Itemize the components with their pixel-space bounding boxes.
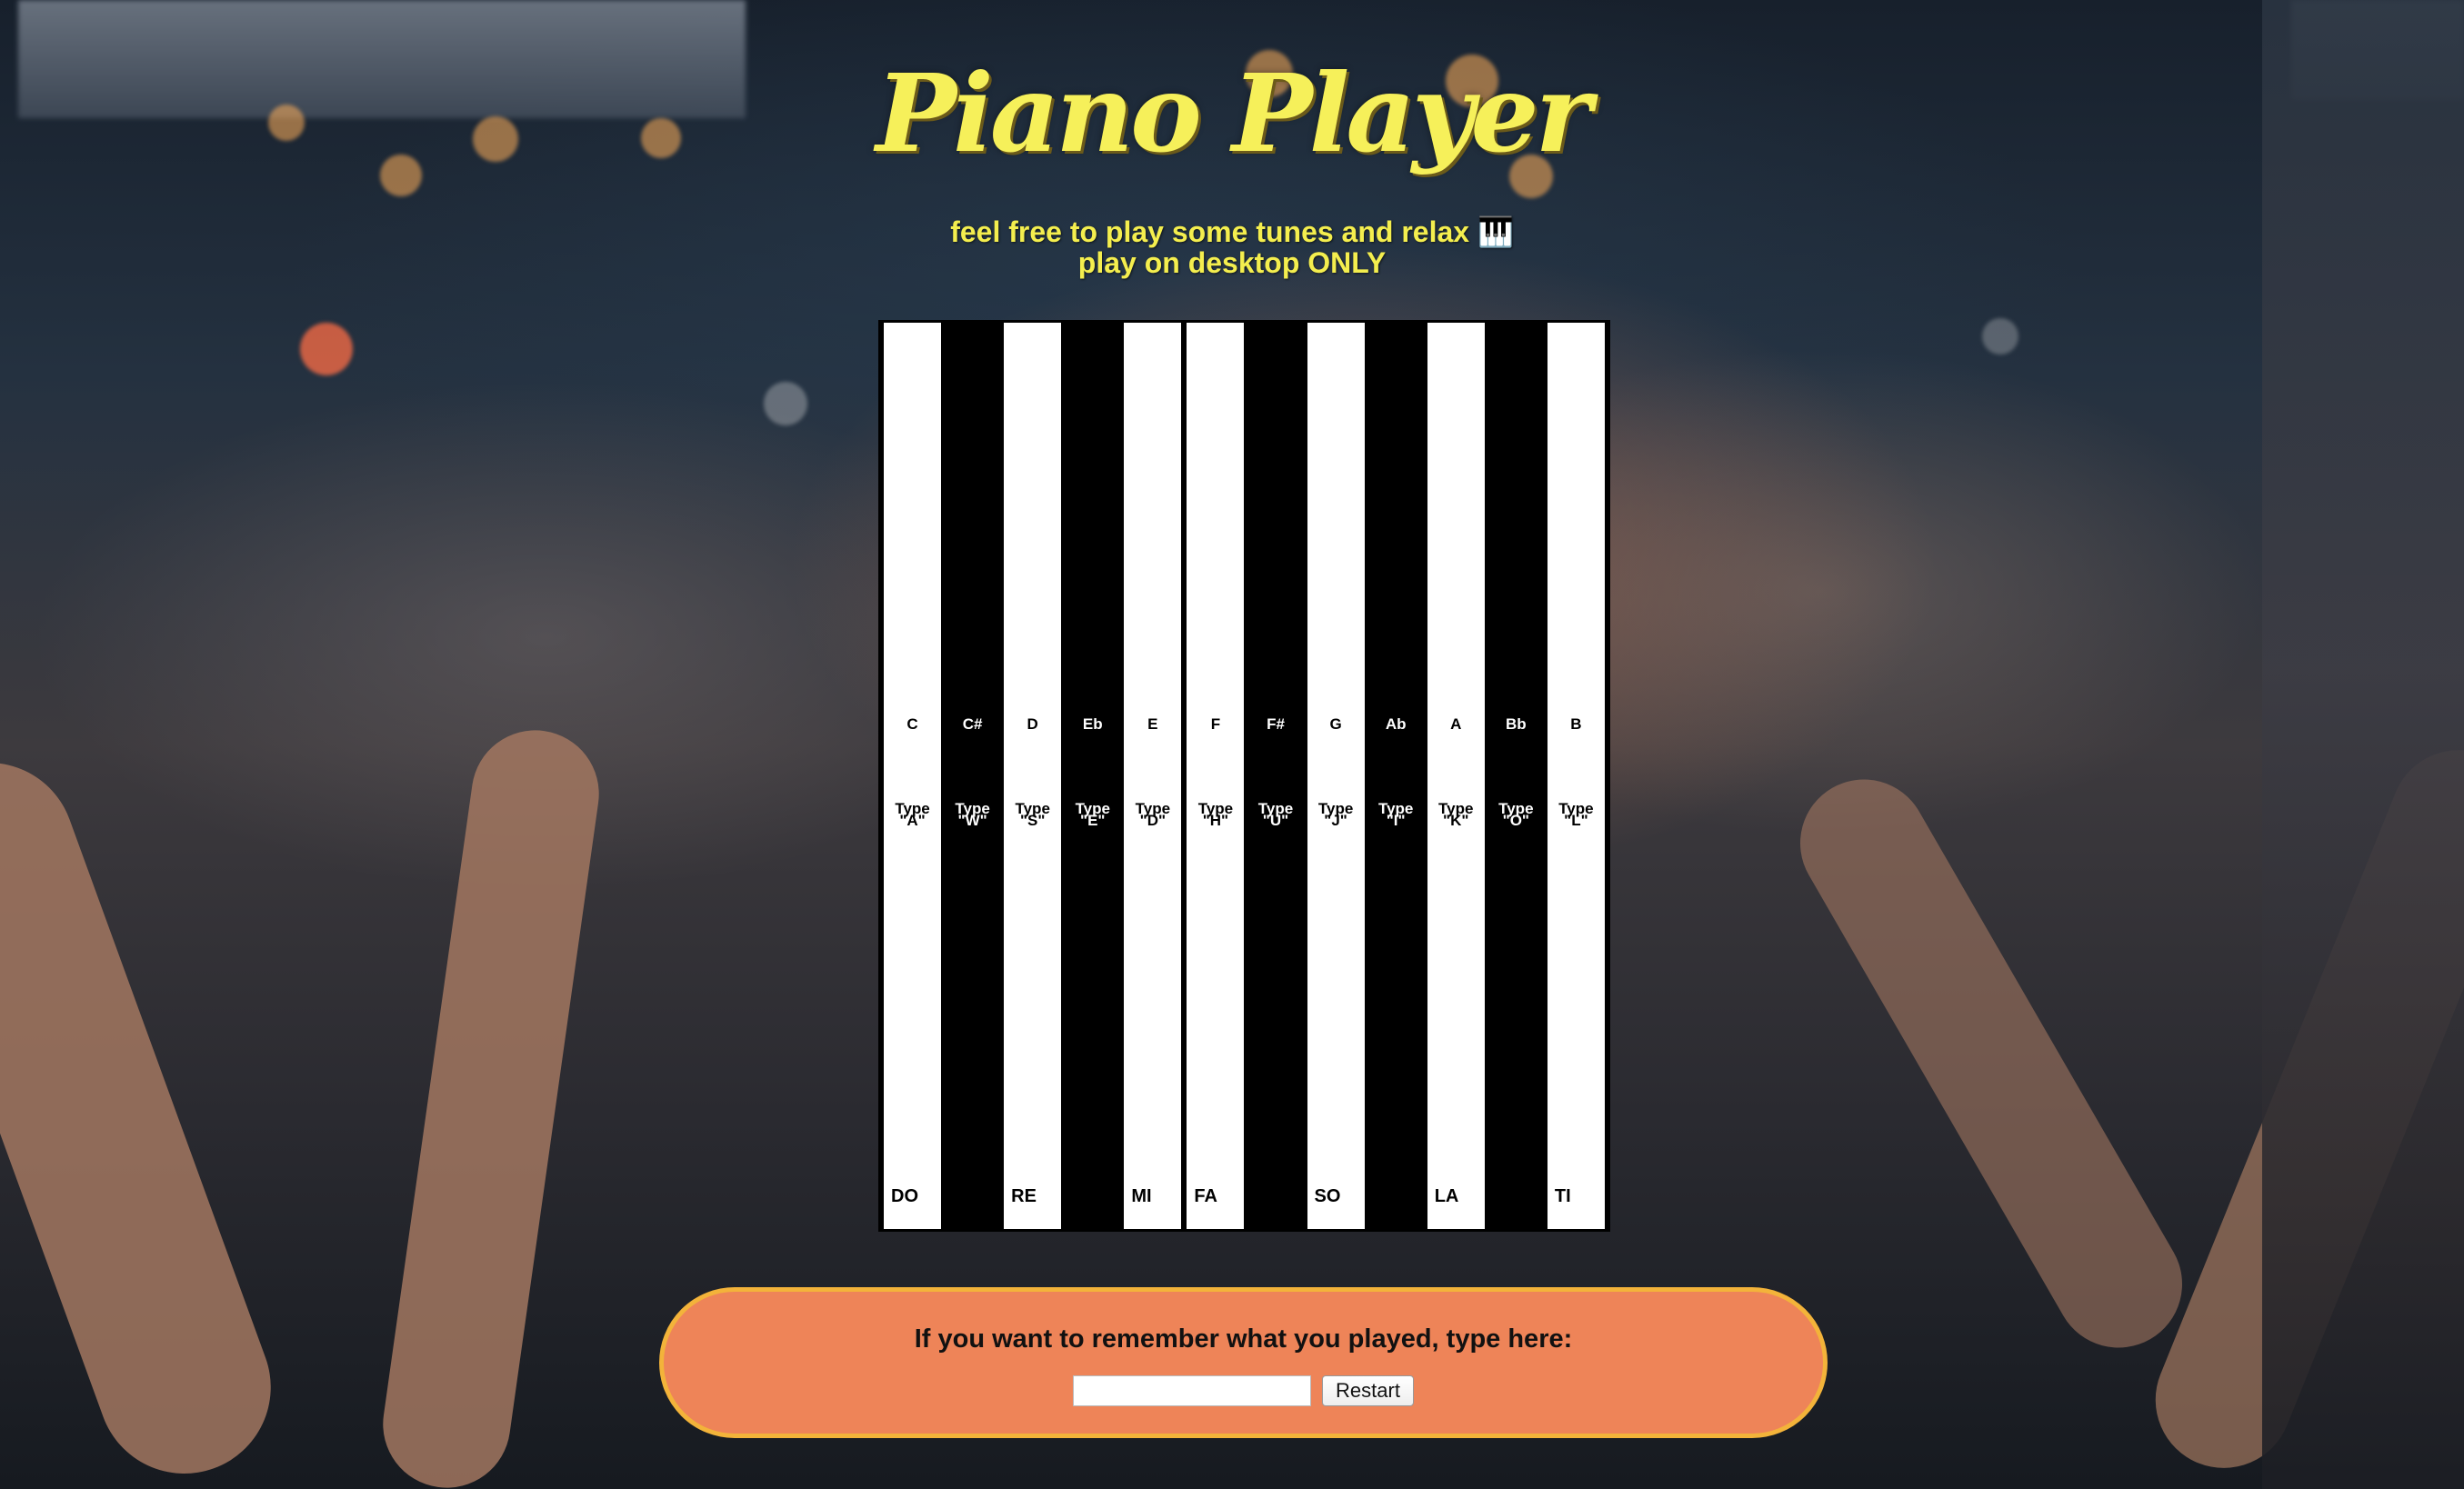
subtitle: feel free to play some tunes and relax 🎹… (0, 216, 2464, 278)
key-note: G (1329, 715, 1342, 733)
key-note: Eb (1082, 715, 1103, 733)
piano-key-g[interactable]: G Type "J" SO (1304, 323, 1367, 1229)
memo-label: If you want to remember what you played,… (914, 1324, 1573, 1354)
subtitle-line-2: play on desktop ONLY (1077, 246, 1387, 279)
restart-button[interactable]: Restart (1322, 1375, 1414, 1406)
key-hint: Type "I" (1377, 800, 1414, 829)
piano-key-b-flat[interactable]: Bb Type "O" (1487, 323, 1545, 1229)
key-note: E (1147, 715, 1158, 733)
key-solfege: LA (1434, 1186, 1459, 1206)
key-note: A (1450, 715, 1462, 733)
piano-key-e-flat[interactable]: Eb Type "E" (1064, 323, 1122, 1229)
piano-key-a[interactable]: A Type "K" LA (1424, 323, 1487, 1229)
piano-key-a-flat[interactable]: Ab Type "I" (1367, 323, 1425, 1229)
memo-input[interactable] (1073, 1375, 1312, 1406)
key-note: B (1570, 715, 1582, 733)
key-hint: Type "S" (1015, 800, 1050, 829)
stage-light (1982, 318, 2018, 355)
key-solfege: SO (1314, 1186, 1341, 1206)
key-note: Bb (1505, 715, 1527, 733)
piano-key-d[interactable]: D Type "S" RE (1001, 323, 1065, 1229)
stage-light (764, 382, 807, 425)
key-hint: Type "W" (955, 800, 990, 829)
key-hint: Type "L" (1558, 800, 1594, 829)
piano-key-c[interactable]: C Type "A" DO (881, 323, 945, 1229)
key-note: D (1027, 715, 1038, 733)
key-hint: Type "D" (1135, 800, 1171, 829)
memo-panel: If you want to remember what you played,… (659, 1287, 1828, 1438)
key-hint: Type "K" (1438, 800, 1474, 829)
key-hint: Type "E" (1075, 800, 1110, 829)
key-note: F# (1267, 715, 1285, 733)
piano-key-b[interactable]: B Type "L" TI (1544, 323, 1608, 1229)
piano-key-e[interactable]: E Type "D" MI (1121, 323, 1185, 1229)
key-solfege: RE (1011, 1186, 1037, 1206)
key-solfege: MI (1131, 1186, 1152, 1206)
key-hint: Type "O" (1498, 800, 1534, 829)
key-hint: Type "A" (895, 800, 930, 829)
key-solfege: DO (891, 1186, 918, 1206)
key-note: Ab (1385, 715, 1407, 733)
stage-light (300, 323, 353, 375)
key-hint: Type "J" (1317, 800, 1354, 829)
page-title: Piano Player (876, 50, 1591, 176)
piano-key-f-sharp[interactable]: F# Type "U" (1247, 323, 1305, 1229)
piano-key-c-sharp[interactable]: C# Type "W" (944, 323, 1002, 1229)
memo-controls: Restart (664, 1375, 1823, 1406)
key-hint: Type "H" (1197, 800, 1234, 829)
key-solfege: FA (1194, 1186, 1217, 1206)
key-note: C# (962, 715, 983, 733)
key-note: F (1210, 715, 1221, 733)
key-hint: Type "U" (1257, 800, 1294, 829)
subtitle-line-1: feel free to play some tunes and relax 🎹 (950, 215, 1514, 248)
key-solfege: TI (1554, 1186, 1571, 1206)
piano-keyboard: C Type "A" DO C# Type "W" D Type "S" RE Eb … (878, 320, 1610, 1232)
piano-key-f[interactable]: F Type "H" FA (1184, 323, 1247, 1229)
key-note: C (906, 715, 918, 733)
